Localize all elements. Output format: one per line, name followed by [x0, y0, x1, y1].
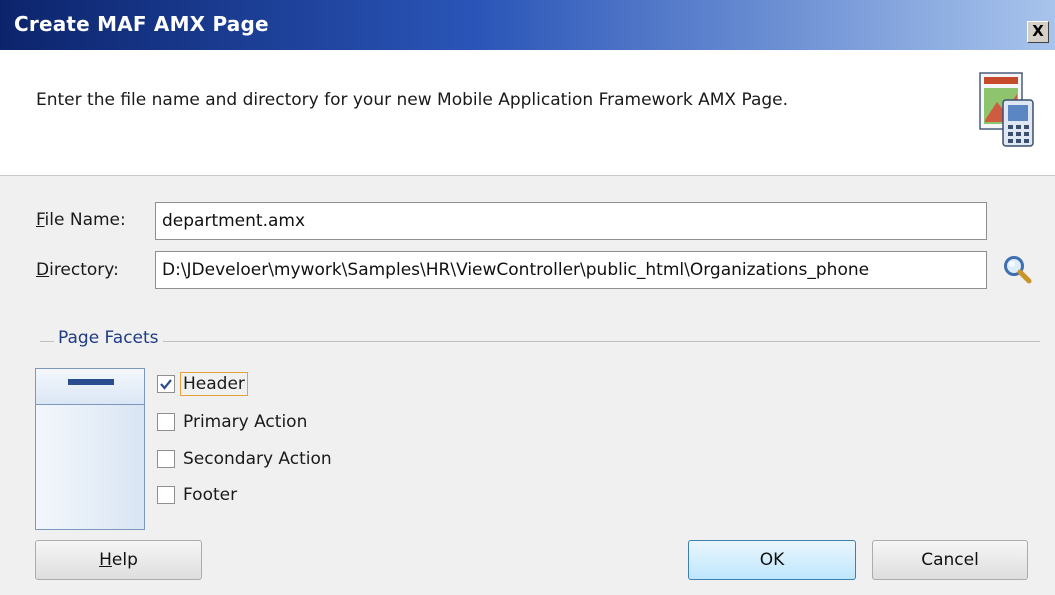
facet-secondary-action-label: Secondary Action	[183, 449, 332, 469]
directory-input[interactable]: D:\JDeveloer\mywork\Samples\HR\ViewContr…	[155, 251, 987, 289]
close-button[interactable]: X	[1027, 21, 1049, 43]
file-name-label: File Name:	[36, 210, 126, 230]
magnifier-icon	[1004, 256, 1032, 284]
facet-primary-action-label: Primary Action	[183, 412, 308, 432]
facet-header-checkbox[interactable]	[157, 375, 175, 393]
facet-primary-action[interactable]: Primary Action	[157, 408, 309, 436]
page-facets-label: Page Facets	[54, 328, 163, 348]
facet-header-label: Header	[180, 372, 248, 396]
ok-button[interactable]: OK	[688, 540, 856, 580]
facet-footer[interactable]: Footer	[157, 481, 239, 509]
create-maf-amx-page-dialog: Create MAF AMX Page X Enter the file nam…	[0, 0, 1055, 595]
amx-page-wizard-icon	[979, 72, 1034, 147]
facets-separator	[40, 341, 1040, 342]
dialog-title: Create MAF AMX Page	[14, 12, 269, 36]
title-bar[interactable]: Create MAF AMX Page X	[0, 0, 1055, 50]
facet-primary-action-checkbox[interactable]	[157, 413, 175, 431]
cancel-button[interactable]: Cancel	[872, 540, 1028, 580]
page-layout-preview	[35, 368, 145, 530]
facet-secondary-action-checkbox[interactable]	[157, 450, 175, 468]
dialog-header: Enter the file name and directory for yo…	[0, 50, 1055, 176]
directory-label: Directory:	[36, 260, 119, 280]
facet-footer-label: Footer	[183, 485, 238, 505]
file-name-input[interactable]: department.amx	[155, 202, 987, 240]
instruction-text: Enter the file name and directory for yo…	[36, 90, 789, 110]
facet-secondary-action[interactable]: Secondary Action	[157, 445, 334, 473]
preview-header-bar	[68, 379, 114, 385]
browse-directory-button[interactable]	[1000, 253, 1034, 287]
help-button[interactable]: Help	[35, 540, 202, 580]
preview-header-region	[36, 369, 144, 405]
checkmark-icon	[160, 379, 172, 390]
facet-footer-checkbox[interactable]	[157, 486, 175, 504]
facet-header[interactable]: Header	[157, 370, 248, 398]
close-icon: X	[1032, 22, 1044, 40]
